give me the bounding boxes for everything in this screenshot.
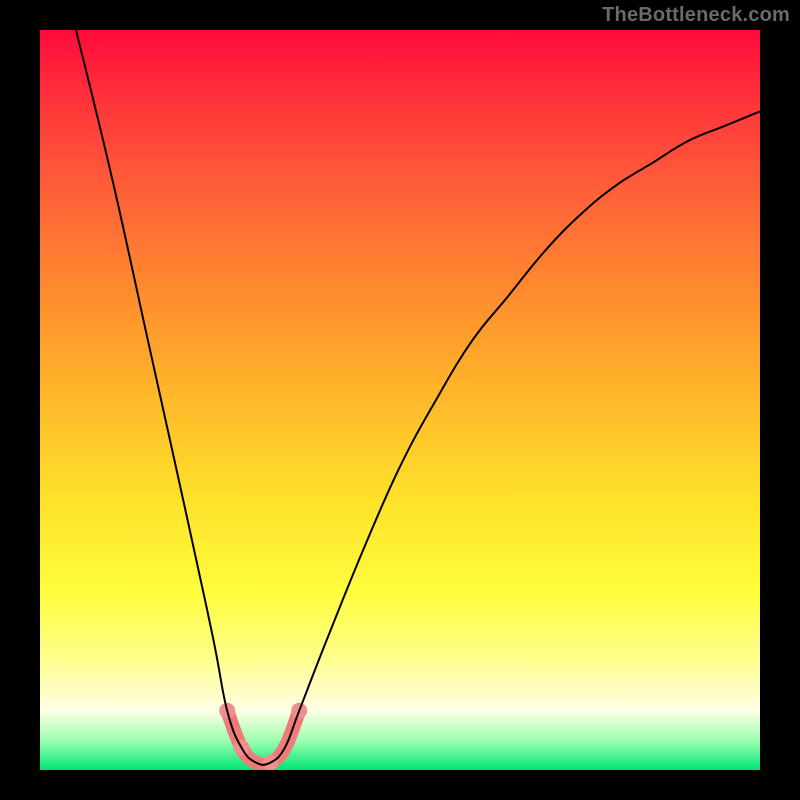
chart-frame: TheBottleneck.com <box>0 0 800 800</box>
bottleneck-curve <box>76 30 760 765</box>
chart-svg <box>40 30 760 770</box>
plot-area <box>40 30 760 770</box>
watermark-text: TheBottleneck.com <box>602 4 790 27</box>
